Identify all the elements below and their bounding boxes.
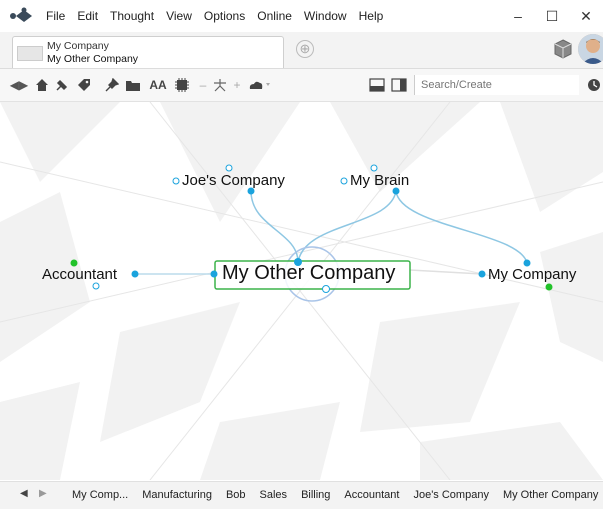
tag-icon[interactable] (76, 77, 92, 93)
tab-thought-name: My Other Company (47, 53, 139, 65)
history-item[interactable]: Sales (260, 489, 288, 501)
history-items: My Comp... Manufacturing Bob Sales Billi… (72, 489, 603, 501)
menu-view[interactable]: View (166, 9, 192, 23)
child-gate-ring[interactable] (322, 285, 330, 293)
child-gate-ring[interactable] (370, 164, 378, 172)
back-forward-icon[interactable]: ◀▶ (8, 77, 30, 93)
tab-my-company[interactable]: My Company My Other Company (12, 36, 284, 68)
child-gate-ring[interactable] (172, 177, 180, 185)
thought-my-company[interactable]: My Company (488, 266, 576, 283)
link-joes-company (250, 190, 299, 263)
history-item[interactable]: Bob (226, 489, 246, 501)
history-item[interactable]: Manufacturing (142, 489, 212, 501)
tab-brain-name: My Company (47, 40, 109, 52)
menu-file[interactable]: File (46, 9, 65, 23)
history-item[interactable]: Accountant (344, 489, 399, 501)
home-icon[interactable] (34, 77, 50, 93)
link-my-brain (297, 190, 397, 263)
layout-icon[interactable] (172, 77, 192, 93)
pin-thought-icon[interactable] (54, 77, 70, 93)
plex-canvas[interactable]: Joe's Company My Brain Accountant My Oth… (0, 102, 603, 480)
cloud-sync-icon[interactable] (246, 77, 272, 93)
toolbar: ◀▶ AA – + (0, 69, 603, 102)
window-controls: – ☐ ✕ (501, 4, 603, 28)
link-sibling (409, 269, 483, 275)
history-forward-icon[interactable]: ▶ (39, 488, 47, 499)
cube-icon[interactable] (552, 38, 574, 60)
gate-dot[interactable] (210, 270, 218, 278)
thought-my-other-company[interactable]: My Other Company (222, 262, 395, 285)
history-item[interactable]: Billing (301, 489, 330, 501)
thought-accountant[interactable]: Accountant (42, 266, 117, 283)
pushpin-icon[interactable] (104, 77, 120, 93)
minimize-button[interactable]: – (501, 4, 535, 28)
add-tab-button[interactable]: ⊕ (296, 40, 314, 58)
menu-items: File Edit Thought View Options Online Wi… (46, 9, 395, 23)
panel-right-icon[interactable] (390, 77, 408, 93)
gate-dot[interactable] (478, 270, 486, 278)
zoom-out-icon[interactable]: – (198, 77, 208, 93)
thought-joes-company[interactable]: Joe's Company (182, 172, 285, 189)
history-item[interactable]: My Comp... (72, 489, 128, 501)
user-avatar[interactable] (578, 34, 603, 64)
font-size-button[interactable]: AA (148, 77, 168, 93)
menu-window[interactable]: Window (304, 9, 347, 23)
history-item[interactable]: My Other Company (503, 489, 598, 501)
plex-background (0, 102, 603, 480)
tab-thumbnail (17, 46, 43, 61)
history-bar: ◀ ▶ My Comp... Manufacturing Bob Sales B… (0, 481, 603, 509)
menu-thought[interactable]: Thought (110, 9, 154, 23)
child-gate-ring[interactable] (340, 177, 348, 185)
tab-bar: My Company My Other Company ⊕ (0, 32, 603, 69)
search-input[interactable] (414, 75, 579, 95)
menu-help[interactable]: Help (359, 9, 384, 23)
folder-icon[interactable] (124, 77, 142, 93)
maximize-button[interactable]: ☐ (535, 4, 569, 28)
panel-bottom-icon[interactable] (368, 77, 386, 93)
menu-edit[interactable]: Edit (77, 9, 98, 23)
close-button[interactable]: ✕ (569, 4, 603, 28)
child-gate-ring[interactable] (92, 282, 100, 290)
menu-bar: File Edit Thought View Options Online Wi… (0, 0, 603, 32)
thought-my-brain[interactable]: My Brain (350, 172, 409, 189)
history-back-icon[interactable]: ◀ (20, 488, 28, 499)
menu-online[interactable]: Online (257, 9, 292, 23)
network-icon[interactable] (210, 77, 230, 93)
history-clock-icon[interactable] (586, 77, 602, 93)
link-my-brain-to-my-company (395, 190, 528, 264)
child-gate-ring[interactable] (225, 164, 233, 172)
green-dot (545, 283, 553, 291)
gate-dot[interactable] (131, 270, 139, 278)
menu-options[interactable]: Options (204, 9, 245, 23)
zoom-in-icon[interactable]: + (232, 77, 242, 93)
history-item[interactable]: Joe's Company (413, 489, 488, 501)
brain-logo-icon[interactable] (8, 6, 36, 26)
